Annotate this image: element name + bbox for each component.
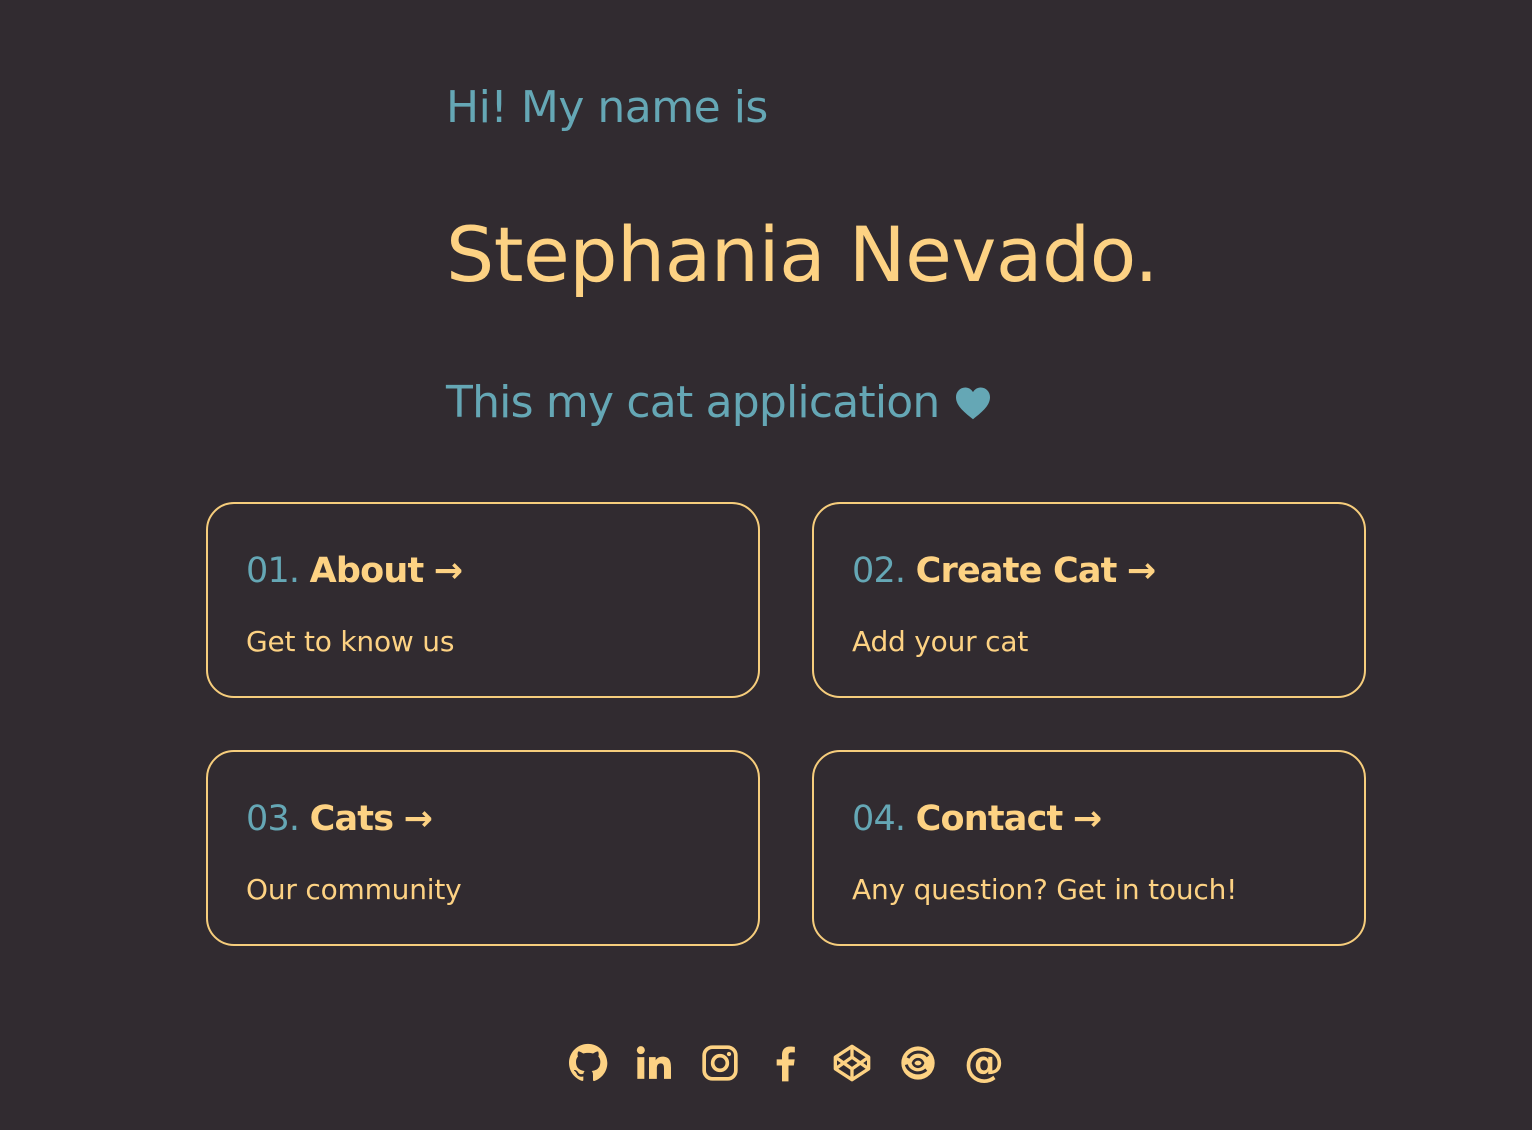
card-description: Get to know us [246,625,455,658]
card-label: Contact [915,799,1064,839]
arrow-right-icon: → [1072,799,1102,839]
facebook-link[interactable] [766,1041,806,1085]
email-link[interactable]: @ [964,1041,1004,1085]
card-label: Cats [309,799,394,839]
card-title: 02. Create Cat → [852,548,1156,594]
arrow-right-icon: → [403,799,433,839]
card-number: 01. [246,551,300,591]
linkedin-icon [636,1046,671,1079]
codewars-icon [901,1046,935,1080]
nav-card-cats[interactable]: 03. Cats → Our community [206,750,760,946]
card-label: Create Cat [915,551,1118,591]
arrow-right-icon: → [433,551,463,591]
card-number: 04. [852,799,906,839]
arrow-right-icon: → [1126,551,1156,591]
greeting-text: Hi! My name is [446,82,768,133]
linkedin-link[interactable] [634,1041,674,1085]
instagram-link[interactable] [700,1041,740,1085]
codepen-link[interactable] [832,1041,872,1085]
owner-name-heading: Stephania Nevado. [446,210,1159,299]
card-title: 04. Contact → [852,796,1102,842]
nav-card-create-cat[interactable]: 02. Create Cat → Add your cat [812,502,1366,698]
codepen-icon [833,1044,871,1082]
card-description: Any question? Get in touch! [852,873,1238,906]
heart-icon [955,387,990,420]
nav-card-about[interactable]: 01. About → Get to know us [206,502,760,698]
card-number: 03. [246,799,300,839]
facebook-icon [776,1046,795,1082]
social-links: @ [568,1041,1004,1085]
card-number: 02. [852,551,906,591]
github-link[interactable] [568,1041,608,1085]
instagram-icon [702,1045,738,1081]
card-label: About [309,551,425,591]
card-description: Our community [246,873,462,906]
tagline-text: This my cat application [446,377,940,428]
card-title: 03. Cats → [246,796,433,842]
codewars-link[interactable] [898,1041,938,1085]
email-icon: @ [964,1040,1004,1086]
tagline: This my cat application [446,375,992,431]
landing-page: Hi! My name is Stephania Nevado. This my… [0,0,1532,1130]
card-description: Add your cat [852,625,1029,658]
card-title: 01. About → [246,548,463,594]
nav-card-contact[interactable]: 04. Contact → Any question? Get in touch… [812,750,1366,946]
github-icon [569,1043,608,1082]
